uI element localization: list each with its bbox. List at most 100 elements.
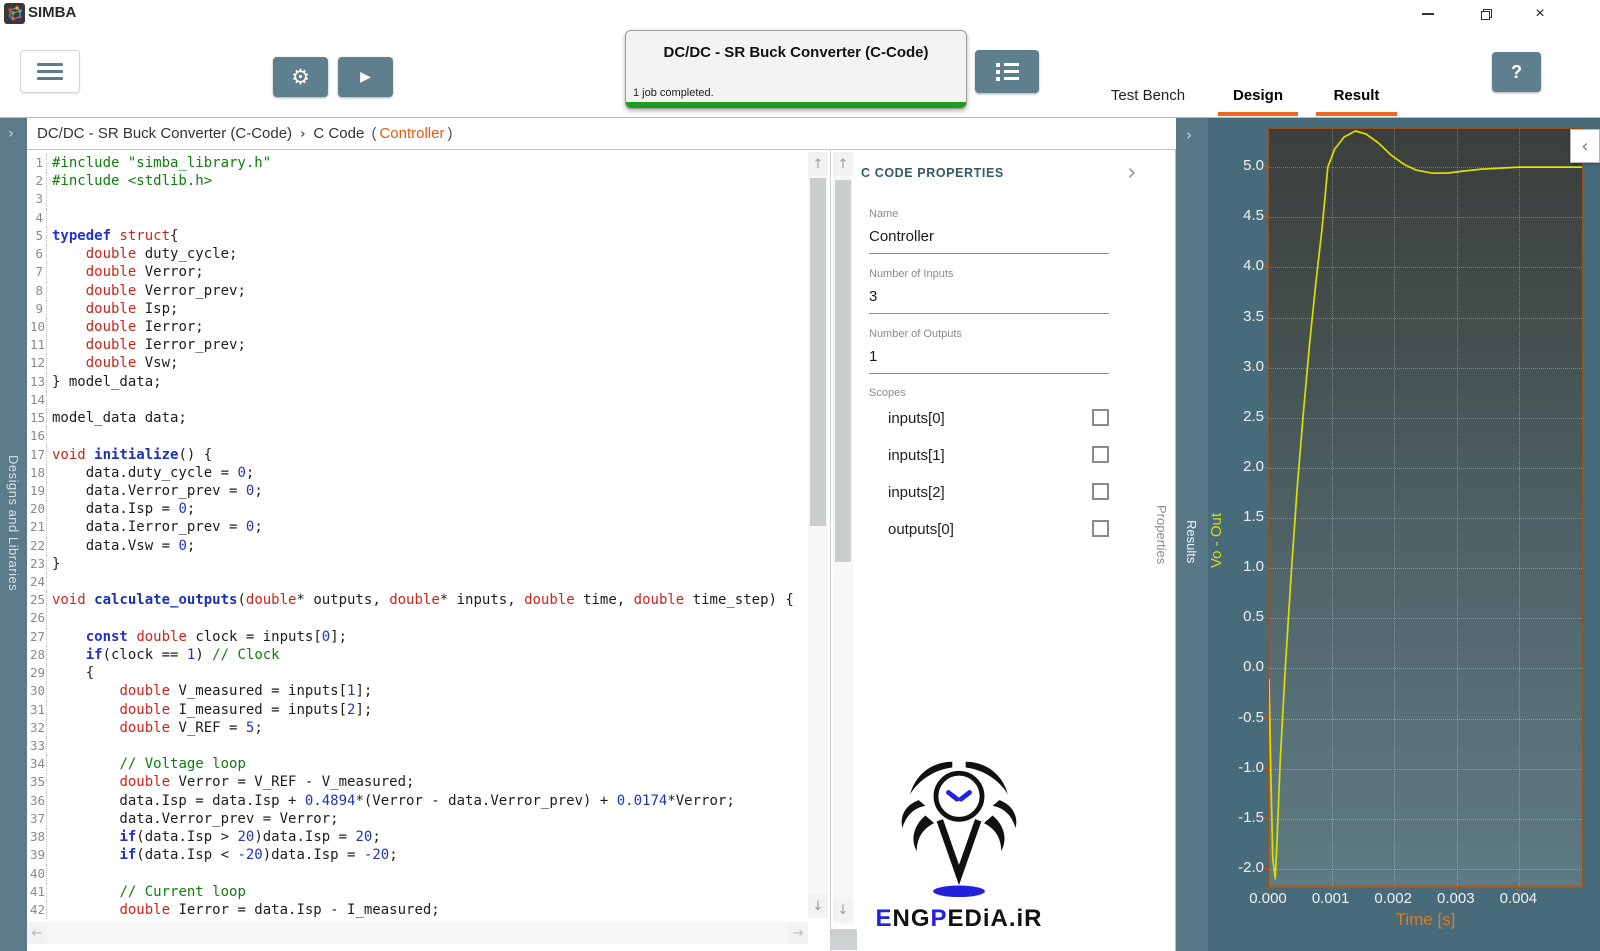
code-token: 0 xyxy=(178,537,187,554)
code-token: ; xyxy=(254,482,263,499)
code-text: model_data data; xyxy=(52,409,187,427)
scope-checkbox[interactable] xyxy=(1092,446,1109,463)
settings-button[interactable]: ⚙ xyxy=(273,57,328,97)
tab-active-underline xyxy=(1316,112,1397,116)
code-token: Vsw; xyxy=(136,355,179,372)
breadcrumb-paren: ) xyxy=(447,125,453,142)
collapse-properties-icon[interactable]: › xyxy=(1127,158,1137,186)
run-simulation-button[interactable]: ▶ xyxy=(338,57,393,97)
title-bar: SIMBA × xyxy=(0,0,1600,28)
code-line: 29 { xyxy=(30,664,794,683)
scope-checkbox[interactable] xyxy=(1092,483,1109,500)
code-token: 0 xyxy=(178,501,187,518)
expand-designs-icon[interactable]: › xyxy=(8,124,14,142)
plot-area[interactable] xyxy=(1268,128,1583,888)
scrollbar-thumb[interactable] xyxy=(835,180,851,562)
close-button[interactable]: × xyxy=(1520,0,1560,28)
engpedia-watermark: ENGPEDiA.iR xyxy=(849,756,1069,933)
restore-button[interactable] xyxy=(1466,0,1506,28)
code-vertical-scrollbar[interactable]: ↑ ↓ xyxy=(808,152,828,918)
field-label: Number of Inputs xyxy=(869,268,954,280)
x-tick-mark xyxy=(1455,888,1457,892)
breadcrumb-separator-icon: › xyxy=(300,127,306,142)
gridline xyxy=(1269,618,1582,620)
code-line: 13} model_data; xyxy=(30,372,794,391)
code-line: 30 double V_measured = inputs[1]; xyxy=(30,682,794,701)
code-line: 11 double Ierror_prev; xyxy=(30,336,794,355)
line-number: 13 xyxy=(30,372,47,391)
minimize-button[interactable] xyxy=(1408,0,1448,28)
properties-tab[interactable]: Properties xyxy=(1154,505,1169,564)
x-axis-label: Time [s] xyxy=(1395,910,1456,929)
code-text: // Current loop xyxy=(52,883,245,901)
code-line: 15 model_data data; xyxy=(30,409,794,428)
scope-checkbox[interactable] xyxy=(1092,520,1109,537)
code-text: } xyxy=(52,555,60,573)
scroll-left-icon[interactable]: ← xyxy=(27,922,47,944)
code-token: ; xyxy=(186,537,196,554)
designs-libraries-strip[interactable]: › Designs and Libraries xyxy=(0,118,27,951)
toolbar: ⚙ ▶ DC/DC - SR Buck Converter (C-Code) 1… xyxy=(0,28,1600,118)
code-horizontal-scrollbar[interactable]: ← → xyxy=(27,922,808,944)
code-token: *(Verror - data.Verror_prev) + xyxy=(355,792,617,809)
scope-checkbox[interactable] xyxy=(1092,409,1109,426)
designs-libraries-label[interactable]: Designs and Libraries xyxy=(6,455,21,591)
app-title: SIMBA xyxy=(28,4,77,21)
breadcrumb-controller-name: Controller xyxy=(379,125,445,142)
scroll-up-icon[interactable]: ↑ xyxy=(833,152,853,176)
job-status-card[interactable]: DC/DC - SR Buck Converter (C-Code) 1 job… xyxy=(625,30,967,109)
outputs-count-input[interactable]: 1 xyxy=(869,342,1109,374)
code-token: 20 xyxy=(237,829,255,846)
code-token: Isp; xyxy=(136,300,179,317)
tab-result[interactable]: Result xyxy=(1316,83,1397,116)
code-token: struct xyxy=(119,227,171,244)
code-token: ]; xyxy=(355,701,373,718)
code-token: #include <stdlib.h> xyxy=(52,173,213,190)
y-tick-label: 3.0 xyxy=(1243,357,1264,375)
results-strip[interactable]: › Results xyxy=(1176,118,1208,951)
results-tab[interactable]: Results xyxy=(1184,520,1199,563)
scroll-right-icon[interactable]: → xyxy=(788,922,808,944)
gridline xyxy=(1269,768,1582,770)
gridline xyxy=(1269,417,1582,419)
code-token: clock = inputs[ xyxy=(186,628,322,645)
y-tick-label: -2.0 xyxy=(1238,859,1264,876)
scope-label: inputs[2] xyxy=(888,484,945,501)
tab-test-bench[interactable]: Test Bench xyxy=(1106,83,1190,116)
y-tick-label: 3.5 xyxy=(1243,307,1264,325)
breadcrumb-design[interactable]: DC/DC - SR Buck Converter (C-Code) xyxy=(37,125,292,142)
collapse-chart-button[interactable]: ‹ xyxy=(1570,129,1600,163)
code-token: data.Verror_prev = xyxy=(52,482,246,499)
job-list-button[interactable] xyxy=(975,50,1039,93)
code-token: if xyxy=(119,847,137,864)
code-editor[interactable]: 1 #include "simba_library.h" 2 #include <st… xyxy=(27,150,830,951)
expand-results-icon[interactable]: › xyxy=(1186,126,1192,144)
help-button[interactable]: ? xyxy=(1492,52,1541,92)
code-token: duty_cycle; xyxy=(136,246,238,263)
scroll-down-icon[interactable]: ↓ xyxy=(808,894,828,918)
gridline xyxy=(1269,518,1582,519)
x-tick-label: 0.003 xyxy=(1437,890,1475,907)
scrollbar-thumb[interactable] xyxy=(810,178,826,526)
code-line: 33 xyxy=(30,737,794,756)
engpedia-text: ENGPEDiA.iR xyxy=(849,905,1069,933)
y-tick-mark xyxy=(1264,266,1268,268)
spider-logo-icon xyxy=(901,761,1017,898)
job-status-text: 1 job completed. xyxy=(633,87,714,99)
code-token: Verror_prev; xyxy=(136,282,246,299)
code-line: 12 double Vsw; xyxy=(30,354,794,373)
inputs-count-input[interactable]: 3 xyxy=(869,282,1109,314)
name-input[interactable]: Controller xyxy=(869,222,1109,254)
main-menu-button[interactable] xyxy=(20,50,80,93)
scroll-up-icon[interactable]: ↑ xyxy=(808,152,828,176)
code-line: 5 typedef struct{ xyxy=(30,226,794,246)
code-text: data.Isp = 0; xyxy=(52,500,196,518)
line-number: 28 xyxy=(30,645,47,665)
code-line: 34 // Voltage loop xyxy=(30,755,794,774)
scope-row: inputs[1] xyxy=(888,445,1109,475)
code-token: // Clock xyxy=(212,646,280,663)
tab-design[interactable]: Design xyxy=(1218,83,1298,116)
code-token: ; xyxy=(372,829,381,846)
tab-label: Design xyxy=(1232,87,1283,104)
